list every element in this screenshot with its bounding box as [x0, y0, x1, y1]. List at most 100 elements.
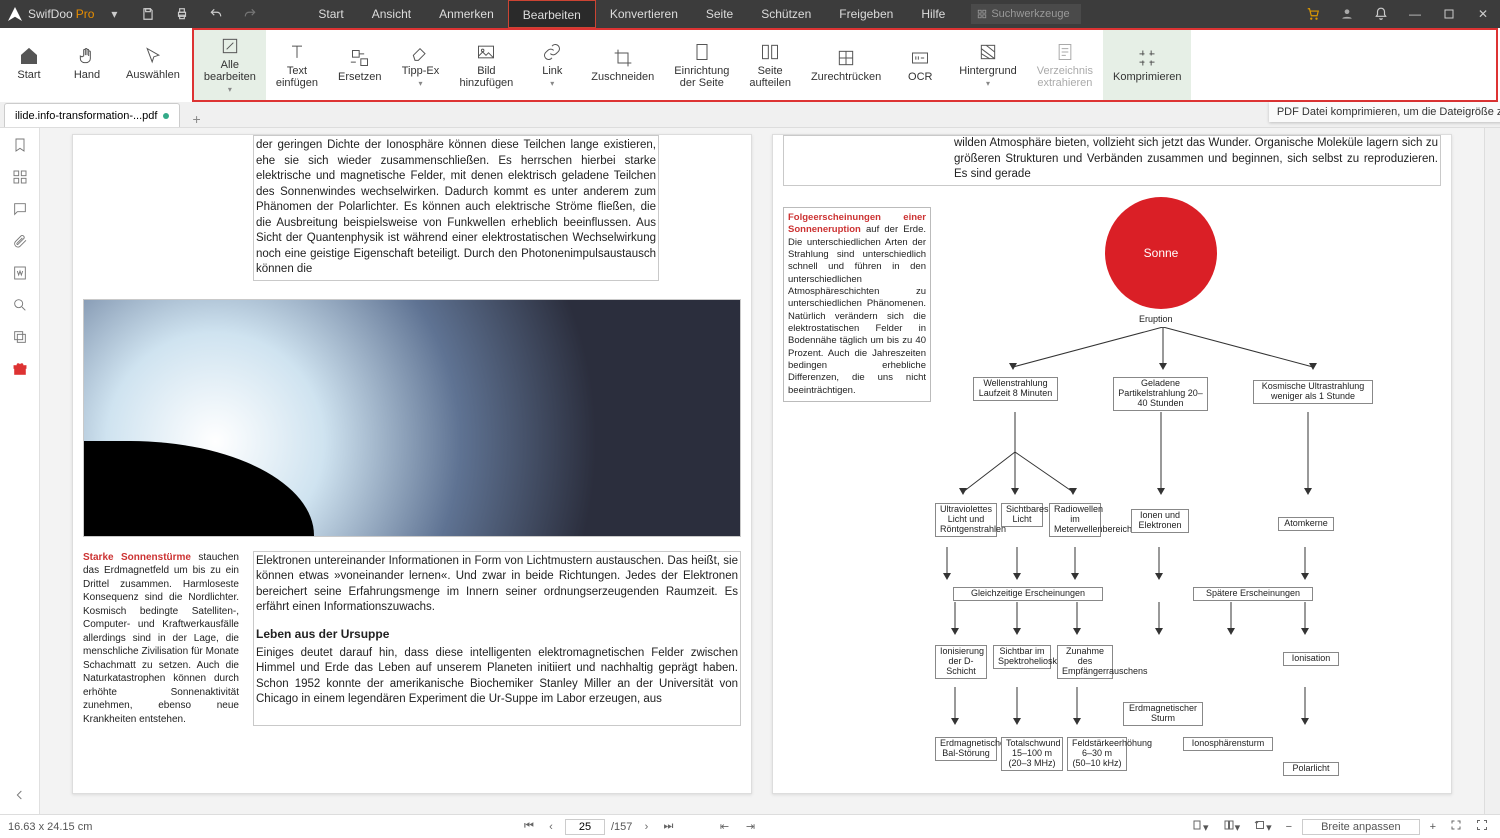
fullscreen-icon[interactable]	[1472, 819, 1492, 834]
search-icon[interactable]	[11, 296, 29, 314]
statusbar: 16.63 x 24.15 cm ⏮ ‹ /157 › ⏭ ⇤ ⇥ ▾ ▾ ▾ …	[0, 814, 1500, 838]
pdf-page-right[interactable]: wilden Atmosphäre bieten, vollzieht sich…	[772, 134, 1452, 794]
comments-icon[interactable]	[11, 200, 29, 218]
split-icon	[760, 42, 780, 62]
main-text-column[interactable]: Elektronen untereinander Informationen i…	[253, 551, 741, 727]
tool-edit-all[interactable]: Allebearbeiten▾	[194, 30, 266, 100]
image-icon	[476, 42, 496, 62]
redo-icon[interactable]	[236, 0, 264, 28]
main-menu: Start Ansicht Anmerken Bearbeiten Konver…	[304, 0, 959, 28]
next-page-icon[interactable]: ›	[638, 819, 654, 835]
save-icon[interactable]	[134, 0, 162, 28]
sun-circle: Sonne	[1105, 197, 1217, 309]
menu-konvertieren[interactable]: Konvertieren	[596, 0, 692, 28]
aurora-image[interactable]	[83, 299, 741, 537]
tool-crop[interactable]: Zuschneiden	[581, 30, 664, 100]
word-icon[interactable]	[11, 264, 29, 282]
document-viewport[interactable]: der geringen Dichte der Ionosphäre könne…	[40, 128, 1484, 814]
sidebar-caption[interactable]: Starke Sonnenstürme stauchen das Erdmagn…	[83, 551, 239, 727]
ocr-icon	[910, 48, 930, 68]
page-text-block[interactable]: der geringen Dichte der Ionosphäre könne…	[253, 135, 659, 281]
pdf-page-left[interactable]: der geringen Dichte der Ionosphäre könne…	[72, 134, 752, 794]
user-icon[interactable]	[1330, 0, 1364, 28]
sun-eruption-diagram[interactable]: Sonne Eruption Wellenstrahlung Laufzeit …	[953, 197, 1441, 783]
gift-icon[interactable]	[11, 360, 29, 378]
tool-replace[interactable]: Ersetzen	[328, 30, 391, 100]
tool-background[interactable]: Hintergrund▾	[949, 30, 1026, 100]
tool-insert-text[interactable]: Texteinfügen	[266, 30, 328, 100]
page-nav: ⏮ ‹ /157 › ⏭	[521, 819, 676, 835]
menu-seite[interactable]: Seite	[692, 0, 747, 28]
view-continuous-icon[interactable]: ▾	[1219, 819, 1245, 834]
prev-page-icon[interactable]: ‹	[543, 819, 559, 835]
minimize-icon[interactable]: ―	[1398, 0, 1432, 28]
menu-ansicht[interactable]: Ansicht	[358, 0, 425, 28]
menu-schuetzen[interactable]: Schützen	[747, 0, 825, 28]
page-total: /157	[611, 821, 632, 833]
fit-page-icon[interactable]	[1446, 819, 1466, 834]
vertical-scrollbar[interactable]	[1484, 128, 1500, 814]
cursor-icon	[143, 46, 163, 66]
thumbnails-icon[interactable]	[11, 168, 29, 186]
modified-dot-icon	[163, 113, 169, 119]
tab-filename: ilide.info-transformation-...pdf	[15, 110, 157, 122]
collapse-sidebar-icon[interactable]	[11, 786, 29, 804]
app-pro-label: Pro	[76, 7, 95, 21]
menu-start[interactable]: Start	[304, 0, 357, 28]
page-text-block[interactable]: wilden Atmosphäre bieten, vollzieht sich…	[783, 135, 1441, 186]
fit-mode-select[interactable]: Breite anpassen	[1302, 819, 1420, 835]
menu-bearbeiten[interactable]: Bearbeiten	[508, 0, 596, 28]
figure-caption-box[interactable]: Folgeerscheinungen einer Sonneneruption …	[783, 207, 931, 402]
dropdown-icon[interactable]: ▾	[100, 0, 128, 28]
add-tab-button[interactable]: +	[186, 111, 206, 127]
tool-extract-toc: Verzeichnisextrahieren	[1027, 30, 1103, 100]
background-icon	[978, 42, 998, 62]
compress-icon	[1137, 48, 1157, 68]
tool-link[interactable]: Link▾	[523, 30, 581, 100]
flatten-icon	[836, 48, 856, 68]
maximize-icon[interactable]	[1432, 0, 1466, 28]
tool-compress[interactable]: Komprimieren	[1103, 30, 1191, 100]
tool-ocr[interactable]: OCR	[891, 30, 949, 100]
last-page-icon[interactable]: ⏭	[660, 819, 676, 835]
tool-tippex[interactable]: Tipp-Ex▾	[391, 30, 449, 100]
menu-anmerken[interactable]: Anmerken	[425, 0, 508, 28]
menu-freigeben[interactable]: Freigeben	[825, 0, 907, 28]
print-icon[interactable]	[168, 0, 196, 28]
layers-icon[interactable]	[11, 328, 29, 346]
cart-icon[interactable]	[1296, 0, 1330, 28]
tool-start[interactable]: Start	[0, 28, 58, 98]
link-icon	[542, 42, 562, 62]
tool-flatten[interactable]: Zurechtrücken	[801, 30, 891, 100]
page-setup-icon	[692, 42, 712, 62]
close-icon[interactable]: ✕	[1466, 0, 1500, 28]
menu-hilfe[interactable]: Hilfe	[907, 0, 959, 28]
zoom-out-icon[interactable]: −	[1282, 821, 1296, 833]
bell-icon[interactable]	[1364, 0, 1398, 28]
section-heading: Leben aus der Ursuppe	[256, 626, 738, 642]
home-icon	[19, 46, 39, 66]
search-tools-input[interactable]: Suchwerkzeuge	[971, 4, 1081, 24]
bookmark-icon[interactable]	[11, 136, 29, 154]
nav-forward-icon[interactable]: ⇥	[742, 819, 758, 835]
tab-document[interactable]: ilide.info-transformation-...pdf	[4, 103, 180, 127]
zoom-in-icon[interactable]: +	[1426, 821, 1440, 833]
tool-split-page[interactable]: Seiteaufteilen	[739, 30, 801, 100]
titlebar: SwifDoo Pro ▾ Start Ansicht Anmerken Bea…	[0, 0, 1500, 28]
app-logo-icon	[8, 7, 22, 21]
tool-page-setup[interactable]: Einrichtungder Seite	[664, 30, 739, 100]
view-rotate-icon[interactable]: ▾	[1250, 819, 1276, 834]
tool-select[interactable]: Auswählen	[116, 28, 190, 98]
page-number-input[interactable]	[565, 819, 605, 835]
view-single-icon[interactable]: ▾	[1187, 819, 1213, 834]
attachments-icon[interactable]	[11, 232, 29, 250]
replace-icon	[350, 48, 370, 68]
search-placeholder: Suchwerkzeuge	[991, 8, 1069, 20]
undo-icon[interactable]	[202, 0, 230, 28]
crop-icon	[613, 48, 633, 68]
tool-hand[interactable]: Hand	[58, 28, 116, 98]
nav-back-icon[interactable]: ⇤	[716, 819, 732, 835]
first-page-icon[interactable]: ⏮	[521, 819, 537, 835]
left-sidebar	[0, 128, 40, 814]
tool-add-image[interactable]: Bildhinzufügen	[449, 30, 523, 100]
